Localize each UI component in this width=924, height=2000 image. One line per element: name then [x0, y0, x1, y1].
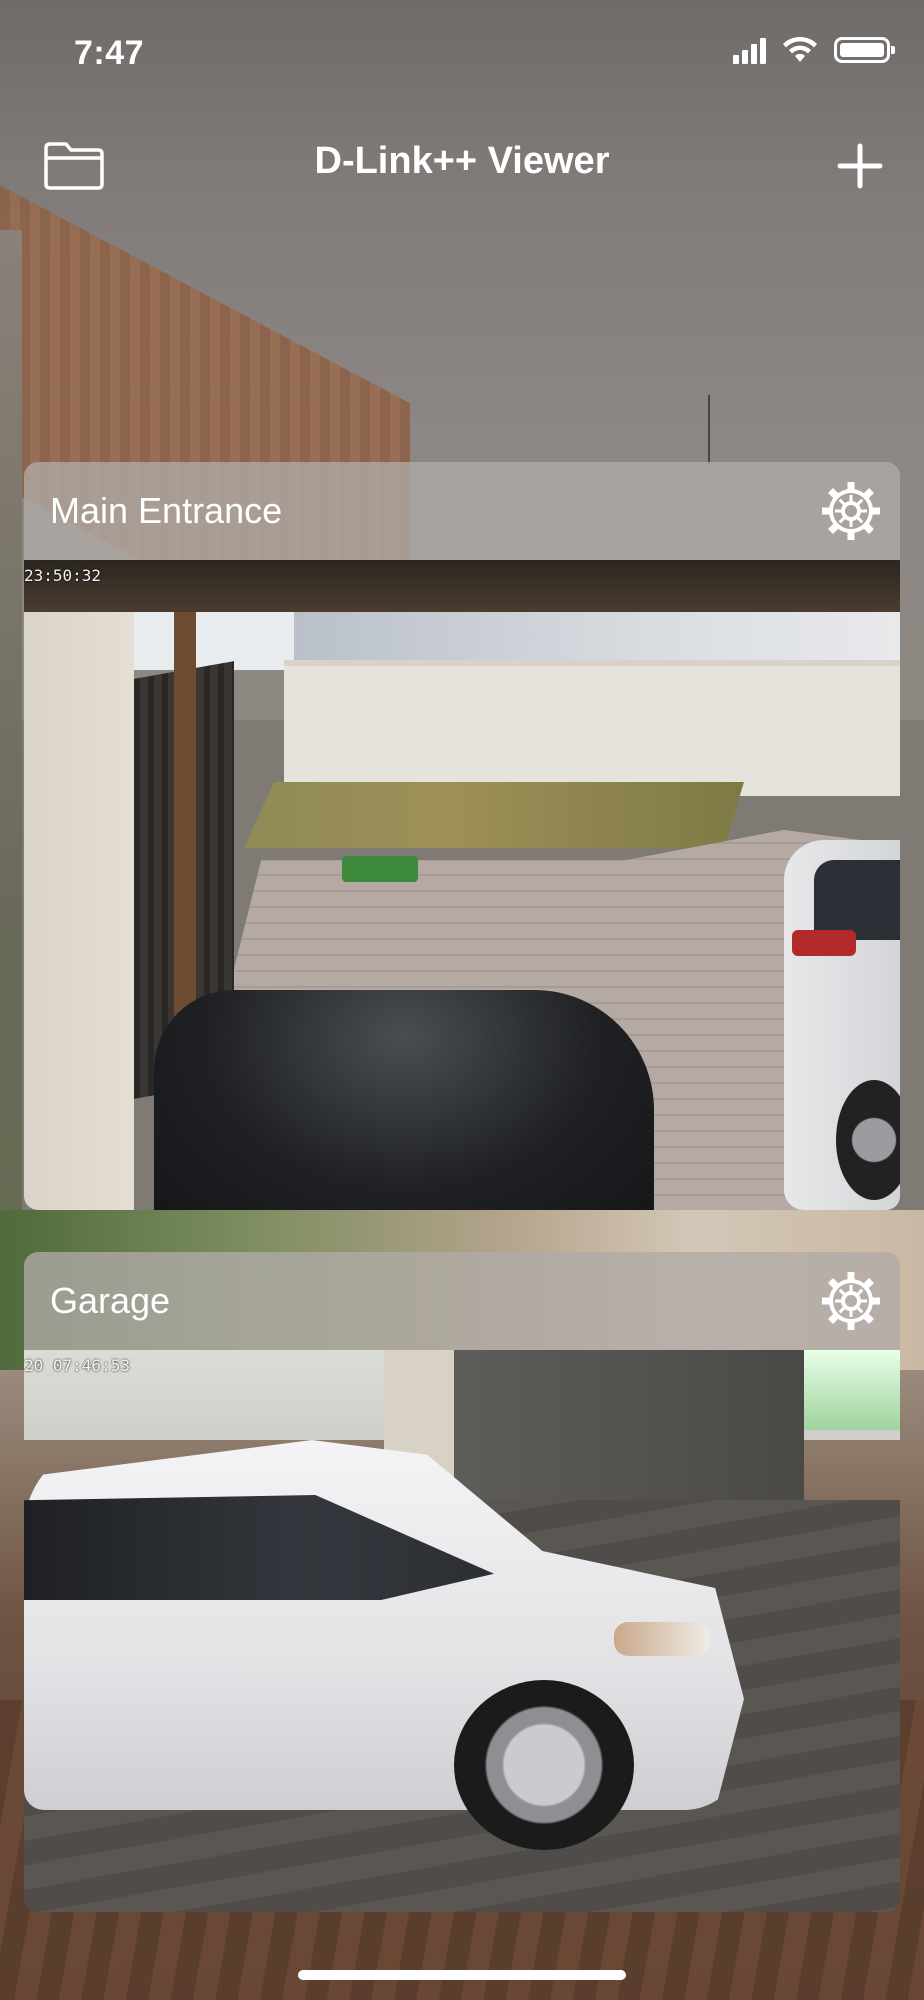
- nav-bar: D-Link++ Viewer: [0, 120, 924, 210]
- status-bar: 7:47: [0, 0, 924, 108]
- page-title: D-Link++ Viewer: [314, 140, 610, 182]
- camera-feed[interactable]: 20 07:46:53: [24, 1350, 900, 1912]
- camera-card-garage[interactable]: Garage 20 07:46:53: [24, 1252, 900, 1912]
- camera-feed[interactable]: 23:50:32: [24, 560, 900, 1210]
- add-camera-button[interactable]: [824, 134, 896, 198]
- gear-icon[interactable]: [818, 478, 884, 544]
- battery-icon: [834, 37, 895, 63]
- camera-name: Garage: [50, 1280, 171, 1321]
- camera-name: Main Entrance: [50, 490, 283, 531]
- feed-timestamp: 20 07:46:53: [24, 1356, 130, 1375]
- plus-icon: [837, 143, 883, 189]
- camera-card-header: Garage: [24, 1252, 900, 1350]
- feed-timestamp: 23:50:32: [24, 566, 102, 585]
- cellular-signal-icon: [733, 36, 766, 64]
- status-time: 7:47: [74, 34, 145, 72]
- wifi-icon: [783, 36, 817, 62]
- home-indicator[interactable]: [298, 1970, 626, 1980]
- status-icons: [733, 36, 895, 64]
- gear-icon[interactable]: [818, 1268, 884, 1334]
- camera-card-header: Main Entrance: [24, 462, 900, 560]
- camera-card-main-entrance[interactable]: Main Entrance 23:50:32: [24, 462, 900, 1210]
